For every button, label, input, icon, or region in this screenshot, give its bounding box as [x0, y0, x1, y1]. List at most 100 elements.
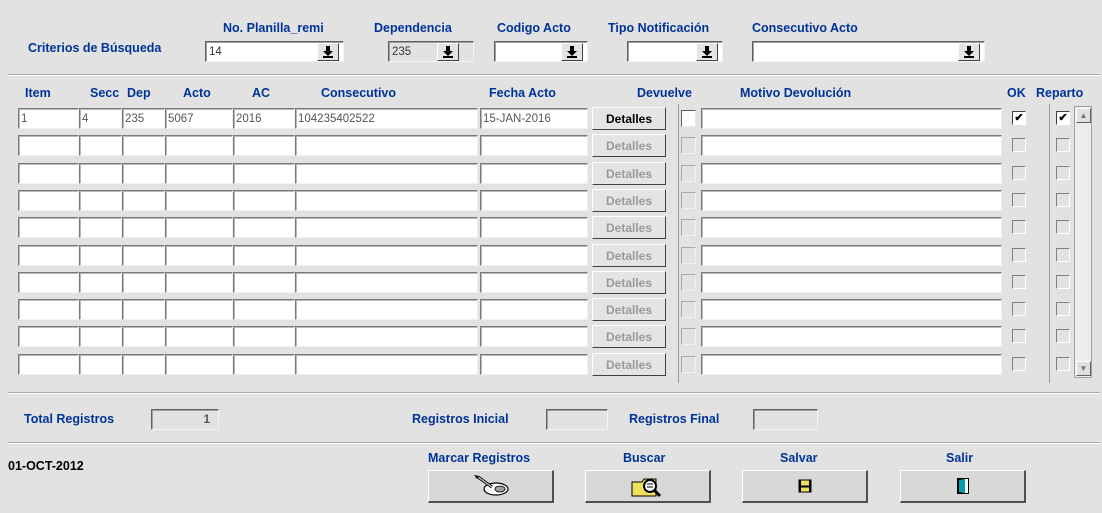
- detalles-button[interactable]: Detalles: [592, 189, 666, 212]
- item-cell[interactable]: [18, 326, 79, 347]
- ok-checkbox[interactable]: [1012, 220, 1026, 234]
- dependencia-dropdown-button[interactable]: [437, 43, 459, 61]
- detalles-button[interactable]: Detalles: [592, 107, 666, 130]
- detalles-button[interactable]: Detalles: [592, 325, 666, 348]
- devuelve-checkbox[interactable]: [681, 247, 696, 264]
- motivo-devolucion-cell[interactable]: [701, 135, 1002, 156]
- item-cell[interactable]: [18, 299, 79, 320]
- dep-cell[interactable]: [122, 299, 165, 320]
- fecha-acto-cell[interactable]: [480, 245, 588, 266]
- dep-cell[interactable]: [122, 326, 165, 347]
- fecha-acto-cell[interactable]: [480, 135, 588, 156]
- salir-button[interactable]: [900, 470, 1026, 503]
- acto-cell[interactable]: [165, 190, 233, 211]
- consecutivo-acto-input[interactable]: [752, 41, 985, 62]
- item-cell[interactable]: [18, 190, 79, 211]
- secc-cell[interactable]: 4: [79, 108, 122, 129]
- ac-cell[interactable]: [233, 135, 295, 156]
- fecha-acto-cell[interactable]: [480, 354, 588, 375]
- secc-cell[interactable]: [79, 163, 122, 184]
- motivo-devolucion-cell[interactable]: [701, 326, 1002, 347]
- acto-cell[interactable]: [165, 217, 233, 238]
- ok-checkbox[interactable]: [1012, 166, 1026, 180]
- registros-inicial-field[interactable]: [546, 409, 608, 430]
- consecutivo-cell[interactable]: [295, 245, 478, 266]
- item-cell[interactable]: [18, 245, 79, 266]
- ok-checkbox[interactable]: [1012, 193, 1026, 207]
- motivo-devolucion-cell[interactable]: [701, 272, 1002, 293]
- fecha-acto-cell[interactable]: [480, 190, 588, 211]
- item-cell[interactable]: [18, 217, 79, 238]
- reparto-checkbox[interactable]: [1056, 220, 1070, 234]
- buscar-button[interactable]: [585, 470, 711, 503]
- item-cell[interactable]: 1: [18, 108, 79, 129]
- motivo-devolucion-cell[interactable]: [701, 190, 1002, 211]
- secc-cell[interactable]: [79, 272, 122, 293]
- devuelve-checkbox[interactable]: [681, 274, 696, 291]
- devuelve-checkbox[interactable]: [681, 301, 696, 318]
- secc-cell[interactable]: [79, 326, 122, 347]
- marcar-registros-button[interactable]: [428, 470, 554, 503]
- motivo-devolucion-cell[interactable]: [701, 217, 1002, 238]
- dep-cell[interactable]: [122, 217, 165, 238]
- devuelve-checkbox[interactable]: [681, 192, 696, 209]
- acto-cell[interactable]: [165, 135, 233, 156]
- motivo-devolucion-cell[interactable]: [701, 354, 1002, 375]
- ac-cell[interactable]: [233, 190, 295, 211]
- consecutivo-cell[interactable]: 104235402522: [295, 108, 478, 129]
- motivo-devolucion-cell[interactable]: [701, 245, 1002, 266]
- dep-cell[interactable]: [122, 135, 165, 156]
- acto-cell[interactable]: [165, 354, 233, 375]
- dep-cell[interactable]: [122, 245, 165, 266]
- dep-cell[interactable]: [122, 190, 165, 211]
- grid-scrollbar[interactable]: ▲ ▼: [1074, 106, 1092, 378]
- fecha-acto-cell[interactable]: [480, 299, 588, 320]
- devuelve-checkbox[interactable]: [681, 328, 696, 345]
- consecutivo-cell[interactable]: [295, 299, 478, 320]
- dep-cell[interactable]: 235: [122, 108, 165, 129]
- ok-checkbox[interactable]: [1012, 248, 1026, 262]
- reparto-checkbox[interactable]: [1056, 275, 1070, 289]
- ac-cell[interactable]: [233, 354, 295, 375]
- ok-checkbox[interactable]: [1012, 302, 1026, 316]
- fecha-acto-cell[interactable]: [480, 217, 588, 238]
- ac-cell[interactable]: [233, 245, 295, 266]
- consecutivo-acto-dropdown-button[interactable]: [958, 43, 980, 61]
- acto-cell[interactable]: [165, 299, 233, 320]
- scroll-down-icon[interactable]: ▼: [1076, 361, 1091, 376]
- devuelve-checkbox[interactable]: [681, 165, 696, 182]
- secc-cell[interactable]: [79, 299, 122, 320]
- ac-cell[interactable]: [233, 326, 295, 347]
- acto-cell[interactable]: [165, 326, 233, 347]
- consecutivo-cell[interactable]: [295, 217, 478, 238]
- ok-checkbox[interactable]: [1012, 357, 1026, 371]
- motivo-devolucion-cell[interactable]: [701, 108, 1002, 129]
- ac-cell[interactable]: [233, 217, 295, 238]
- detalles-button[interactable]: Detalles: [592, 244, 666, 267]
- scroll-up-icon[interactable]: ▲: [1076, 108, 1091, 123]
- reparto-checkbox[interactable]: [1056, 357, 1070, 371]
- item-cell[interactable]: [18, 163, 79, 184]
- detalles-button[interactable]: Detalles: [592, 216, 666, 239]
- acto-cell[interactable]: [165, 272, 233, 293]
- secc-cell[interactable]: [79, 190, 122, 211]
- ac-cell[interactable]: [233, 299, 295, 320]
- item-cell[interactable]: [18, 272, 79, 293]
- consecutivo-cell[interactable]: [295, 354, 478, 375]
- reparto-checkbox[interactable]: [1056, 193, 1070, 207]
- consecutivo-cell[interactable]: [295, 326, 478, 347]
- motivo-devolucion-cell[interactable]: [701, 163, 1002, 184]
- devuelve-checkbox[interactable]: [681, 110, 696, 127]
- item-cell[interactable]: [18, 354, 79, 375]
- consecutivo-cell[interactable]: [295, 190, 478, 211]
- reparto-checkbox[interactable]: [1056, 166, 1070, 180]
- ok-checkbox[interactable]: [1012, 138, 1026, 152]
- codigo-acto-dropdown-button[interactable]: [561, 43, 583, 61]
- detalles-button[interactable]: Detalles: [592, 134, 666, 157]
- fecha-acto-cell[interactable]: [480, 163, 588, 184]
- ac-cell[interactable]: 2016: [233, 108, 295, 129]
- reparto-checkbox[interactable]: [1056, 248, 1070, 262]
- ok-checkbox[interactable]: [1012, 275, 1026, 289]
- dependencia-input[interactable]: 235: [388, 41, 474, 62]
- detalles-button[interactable]: Detalles: [592, 162, 666, 185]
